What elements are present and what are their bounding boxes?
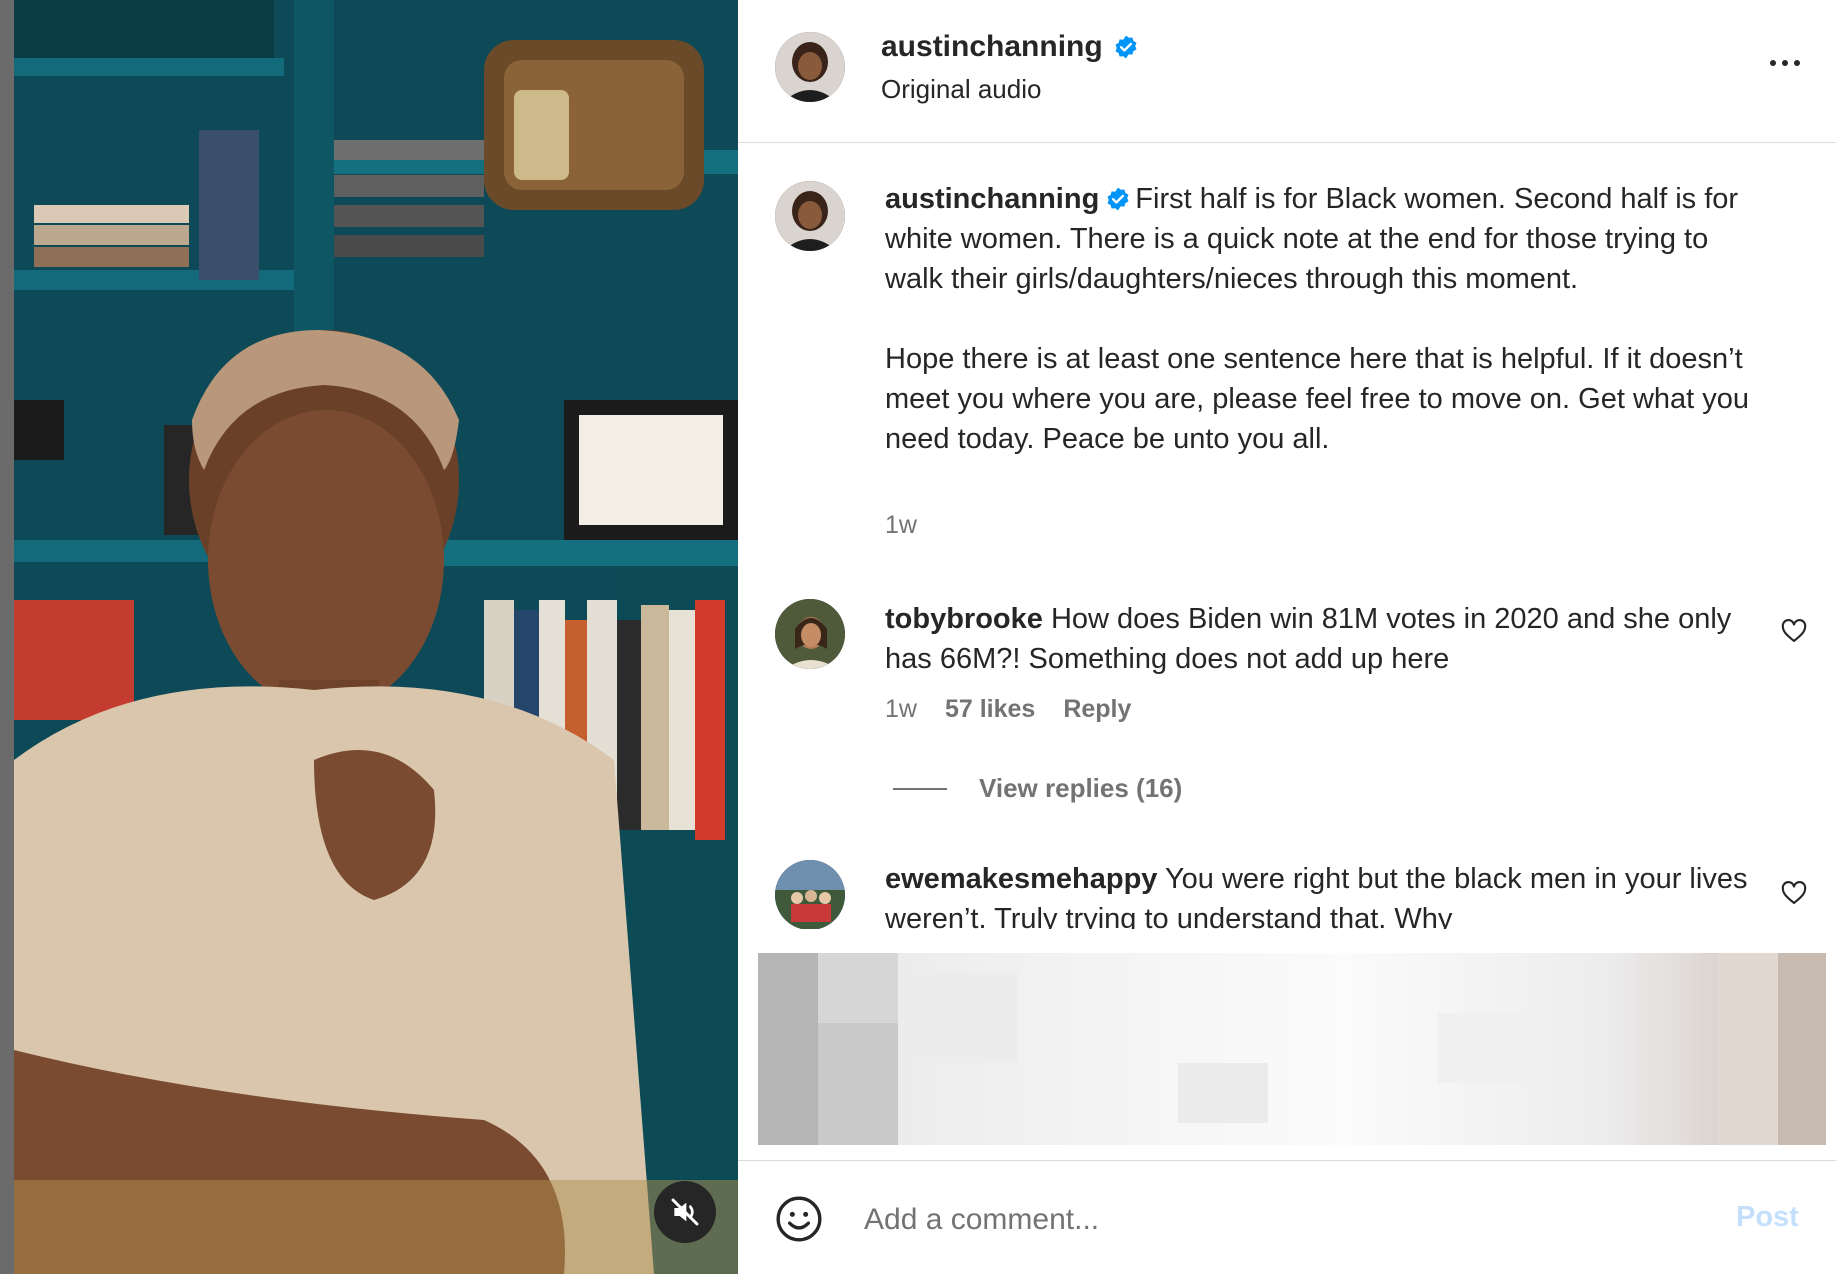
- post-caption: austinchanning First half is for Black wo…: [885, 179, 1765, 459]
- mute-toggle-button[interactable]: [654, 1181, 716, 1243]
- caption-timestamp[interactable]: 1w: [885, 511, 917, 540]
- verified-badge-icon: [1113, 34, 1139, 60]
- replies-divider-line: [893, 787, 947, 790]
- comment-likes-count[interactable]: 57 likes: [945, 695, 1035, 724]
- post-comment-button[interactable]: Post: [1736, 1201, 1799, 1234]
- window-edge: [0, 0, 14, 1274]
- original-audio-link[interactable]: Original audio: [881, 74, 1041, 105]
- comment-input[interactable]: [862, 1196, 1686, 1244]
- comments-list[interactable]: austinchanning First half is for Black wo…: [738, 143, 1836, 929]
- comment-body: ewemakesmehappy You were right but the b…: [885, 859, 1765, 929]
- caption-text-part2: Hope there is at least one sentence here…: [885, 343, 1750, 455]
- caption-author-avatar[interactable]: [775, 181, 845, 251]
- heart-icon[interactable]: [1780, 879, 1808, 907]
- caption-username[interactable]: austinchanning: [885, 183, 1099, 215]
- author-username[interactable]: austinchanning: [881, 30, 1139, 64]
- comment-timestamp[interactable]: 1w: [885, 695, 917, 724]
- comment-body: tobybrooke How does Biden win 81M votes …: [885, 599, 1765, 679]
- author-username-text[interactable]: austinchanning: [881, 30, 1103, 64]
- commenter-avatar[interactable]: [775, 599, 845, 669]
- post-side-panel: austinchanning Original audio austinchan…: [738, 0, 1836, 1274]
- commenter-avatar[interactable]: [775, 860, 845, 929]
- reel-video[interactable]: [14, 0, 738, 1274]
- comment-username[interactable]: tobybrooke: [885, 603, 1043, 635]
- muted-speaker-icon: [669, 1196, 701, 1228]
- emoji-icon[interactable]: [774, 1194, 824, 1244]
- view-replies-button[interactable]: View replies (16): [893, 773, 1182, 804]
- comment-meta: 1w 57 likes Reply: [885, 695, 1131, 724]
- post-header: austinchanning Original audio: [738, 0, 1836, 143]
- view-replies-label[interactable]: View replies (16): [979, 773, 1182, 804]
- reply-button[interactable]: Reply: [1063, 695, 1131, 724]
- author-avatar[interactable]: [775, 32, 845, 102]
- blurred-content-area: [758, 953, 1826, 1145]
- comment-username[interactable]: ewemakesmehappy: [885, 863, 1157, 895]
- more-options-icon[interactable]: [1770, 60, 1800, 66]
- video-frame: [14, 0, 738, 1274]
- verified-badge-icon: [1105, 183, 1131, 211]
- heart-icon[interactable]: [1780, 617, 1808, 645]
- composer-divider: [738, 1160, 1836, 1161]
